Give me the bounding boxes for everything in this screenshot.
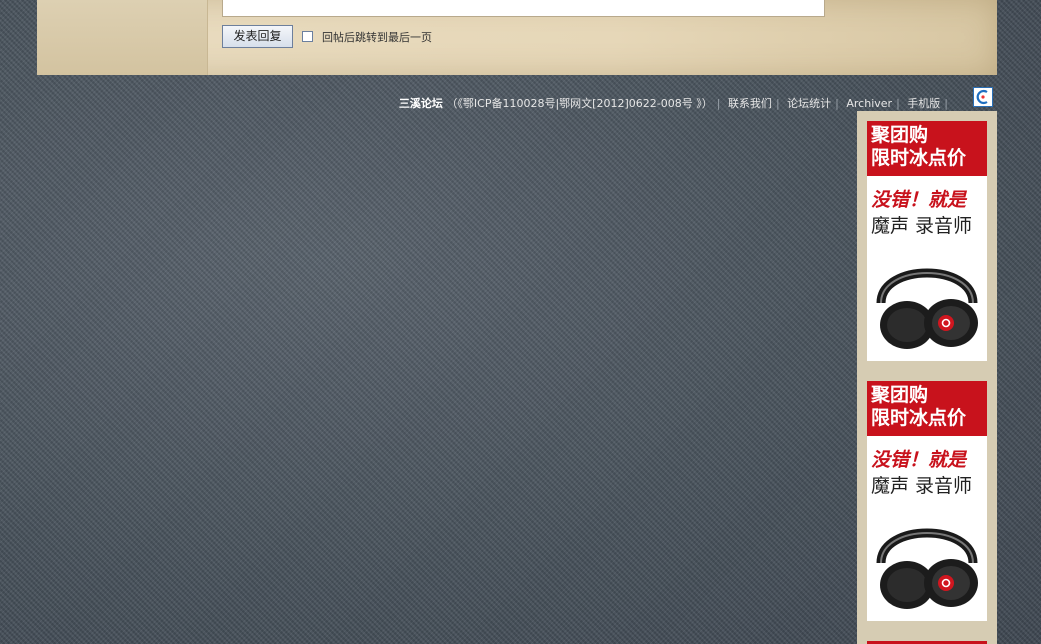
reply-panel: 发表回复 回帖后跳转到最后一页: [37, 0, 997, 75]
ad-banner: 聚团购 限时冰点价: [867, 381, 987, 436]
ad-product-name: 魔声 录音师: [871, 215, 973, 237]
ad-banner: 聚团购 限时冰点价: [867, 121, 987, 176]
jump-to-last-page-label[interactable]: 回帖后跳转到最后一页: [322, 29, 432, 45]
headphones-image: [876, 528, 978, 609]
footer-mobile-link[interactable]: 手机版: [907, 97, 940, 110]
ad-product-name: 魔声 录音师: [871, 475, 973, 497]
ad-banner-line1: 聚团购: [871, 124, 929, 146]
ad-card[interactable]: 聚团购 限时冰点价 没错！就是 魔声 录音师: [867, 381, 987, 621]
footer-stats-link[interactable]: 论坛统计: [787, 97, 831, 110]
ad-slogan: 没错！就是: [871, 449, 967, 471]
footer-icp-link[interactable]: （《鄂ICP备110028号|鄂网文[2012]0622-008号 》）: [446, 97, 712, 110]
ad-banner-line1: 聚团购: [871, 384, 929, 406]
ad-slogan: 没错！就是: [871, 189, 967, 211]
site-logo-icon[interactable]: [973, 87, 993, 107]
ad-banner-line2: 限时冰点价: [871, 407, 967, 429]
submit-reply-button[interactable]: 发表回复: [222, 25, 293, 48]
ad-banner-line2: 限时冰点价: [871, 147, 967, 169]
reply-side-column: [37, 0, 208, 75]
headphones-image: [876, 268, 978, 349]
footer-links: 三溪论坛 （《鄂ICP备110028号|鄂网文[2012]0622-008号 》…: [398, 97, 948, 110]
footer-archiver-link[interactable]: Archiver: [846, 97, 892, 110]
ad-card[interactable]: 聚团购 限时冰点价 没错！就是 魔声 录音师: [867, 121, 987, 361]
footer-site-link[interactable]: 三溪论坛: [399, 97, 443, 110]
jump-to-last-page-checkbox[interactable]: [302, 31, 313, 42]
reply-textarea[interactable]: [222, 0, 825, 17]
footer-contact-link[interactable]: 联系我们: [728, 97, 772, 110]
ad-column: 聚团购 限时冰点价 没错！就是 魔声 录音师 聚团购 限时冰点价 没错！就是 魔…: [857, 111, 997, 644]
